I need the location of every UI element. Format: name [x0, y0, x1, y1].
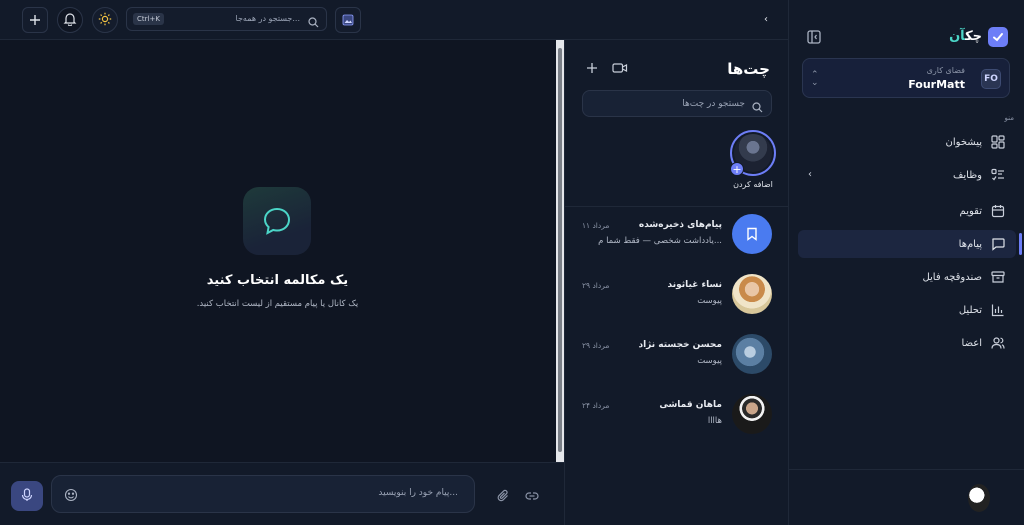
conversation-date: ۲۹ مرداد [582, 281, 610, 290]
message-composer: پیام خود را بنویسید... [0, 462, 564, 525]
avatar [732, 334, 772, 374]
chat-list-panel: چت‌ها جستجو در چت‌ها + اضافه کردن پیام‌ه… [564, 40, 788, 525]
sidebar-item-label: صندوقچه فایل [922, 271, 982, 283]
sidebar-item-file-box[interactable]: صندوقچه فایل [798, 263, 1016, 291]
search-icon [752, 98, 763, 117]
chat-search-input[interactable]: جستجو در چت‌ها [582, 90, 772, 117]
chat-list-actions [583, 60, 629, 76]
conversation-area: یک مکالمه انتخاب کنید .یک کانال یا پیام … [0, 40, 564, 462]
message-placeholder: پیام خود را بنویسید... [378, 488, 458, 498]
theme-toggle-button[interactable] [92, 7, 118, 33]
conversation-item[interactable]: پیام‌های ذخیره‌شده یادداشت شخصی — فقط شم… [580, 214, 772, 258]
bell-icon [63, 11, 77, 30]
shortcut-badge: Ctrl+K [133, 13, 164, 25]
sidebar-item-label: اعضا [961, 337, 982, 349]
sidebar-item-calendar[interactable]: تقویم [798, 197, 1016, 225]
logo-check-icon [988, 27, 1008, 47]
sidebar-item-label: وظایف [953, 169, 982, 181]
sidebar-item-label: تقویم [959, 205, 982, 217]
sidebar-item-dashboard[interactable]: پیشخوان [798, 128, 1016, 156]
sidebar-item-analytics[interactable]: تحلیل [798, 296, 1016, 324]
empty-state-subtitle: .یک کانال یا پیام مستقیم از لیست انتخاب … [196, 299, 359, 309]
conversation-preview: یادداشت شخصی — فقط شما م... [598, 236, 722, 246]
sun-icon [98, 11, 112, 30]
scrollbar-thumb[interactable] [558, 48, 562, 452]
global-search-input[interactable]: Ctrl+K جستجو در همه‌جا... [126, 7, 327, 31]
add-button[interactable] [22, 7, 48, 33]
calendar-icon [990, 203, 1006, 219]
conversation-preview: پیوست [697, 356, 722, 366]
bookmark-icon [732, 214, 772, 254]
conversation-date: ۲۴ مرداد [582, 401, 610, 410]
conversation-name: ماهان قماشی [659, 400, 722, 410]
message-input[interactable]: پیام خود را بنویسید... [51, 475, 475, 513]
conversation-date: ۲۹ مرداد [582, 341, 610, 350]
workspace-badge: FO [981, 69, 1001, 89]
sidebar: چکآن FO فضای کاری FourMatt ⌃ ⌄ منو پیشخوا… [788, 0, 1024, 525]
plus-icon [29, 11, 41, 30]
chevron-left-icon: ‹ [808, 169, 812, 180]
search-placeholder: جستجو در همه‌جا... [235, 14, 300, 23]
attachment-icon[interactable] [495, 488, 511, 504]
user-avatar[interactable] [968, 484, 990, 512]
chat-list-title: چت‌ها [727, 60, 770, 78]
new-chat-plus-icon[interactable] [583, 60, 601, 76]
sidebar-item-label: پیشخوان [945, 136, 982, 148]
story-label: اضافه کردن [733, 180, 773, 189]
members-icon [990, 335, 1006, 351]
message-icon [990, 236, 1006, 252]
chevron-updown-icon: ⌃ ⌄ [811, 70, 819, 88]
conversation-date: ۱۱ مرداد [582, 221, 610, 230]
notifications-button[interactable] [57, 7, 83, 33]
workspace-label: فضای کاری [926, 66, 965, 75]
voice-record-button[interactable] [11, 481, 43, 511]
sidebar-item-members[interactable]: اعضا [798, 329, 1016, 357]
divider [564, 206, 788, 207]
conversation-name: نساء غیاثوند [667, 280, 722, 290]
avatar [732, 274, 772, 314]
microphone-icon [21, 487, 33, 506]
direction-indicator: ‹ [764, 14, 768, 25]
conversation-preview: پیوست [697, 296, 722, 306]
scrollbar[interactable] [556, 40, 564, 462]
image-button[interactable] [335, 7, 361, 33]
video-call-icon[interactable] [611, 60, 629, 76]
avatar [732, 394, 772, 434]
add-story-button[interactable]: + اضافه کردن [730, 130, 776, 189]
dashboard-icon [990, 134, 1006, 150]
sidebar-header: چکآن [805, 24, 1008, 50]
search-icon [308, 13, 319, 32]
archive-icon [990, 269, 1006, 285]
app-root: چکآن FO فضای کاری FourMatt ⌃ ⌄ منو پیشخوا… [0, 0, 1024, 525]
conversation-item[interactable]: نساء غیاثوند پیوست ۲۹ مرداد [580, 274, 772, 318]
menu-title: منو [1004, 114, 1014, 122]
story-ring: + [730, 130, 776, 176]
sidebar-footer [788, 469, 1024, 525]
image-icon [342, 11, 354, 30]
chat-search-placeholder: جستجو در چت‌ها [682, 99, 745, 109]
link-icon[interactable] [524, 488, 540, 504]
sidebar-item-messages[interactable]: پیام‌ها [798, 230, 1022, 258]
conversation-item[interactable]: محسن خجسته نژاد پیوست ۲۹ مرداد [580, 334, 772, 378]
top-bar: Ctrl+K جستجو در همه‌جا... ‹ [0, 0, 788, 40]
sidebar-collapse-icon[interactable] [805, 28, 823, 46]
empty-state-title: یک مکالمه انتخاب کنید [206, 273, 349, 288]
sidebar-item-label: تحلیل [958, 304, 982, 316]
tasks-icon [990, 167, 1006, 183]
conversation-name: محسن خجسته نژاد [638, 340, 722, 350]
conversation-preview: هاااا [707, 416, 722, 426]
conversation-name: پیام‌های ذخیره‌شده [638, 220, 722, 230]
workspace-name: FourMatt [908, 78, 965, 91]
sidebar-nav: پیشخوان ‹ وظایف تقویم پیام‌ها [798, 128, 1022, 362]
chat-bubble-icon [243, 187, 311, 255]
emoji-icon[interactable] [64, 487, 78, 506]
plus-icon: + [730, 162, 744, 176]
chart-icon [990, 302, 1006, 318]
app-logo-text: چکآن [949, 29, 982, 44]
sidebar-item-tasks[interactable]: ‹ وظایف [798, 161, 1016, 189]
conversation-item[interactable]: ماهان قماشی هاااا ۲۴ مرداد [580, 394, 772, 438]
sidebar-item-label: پیام‌ها [958, 238, 982, 250]
workspace-switcher[interactable]: FO فضای کاری FourMatt ⌃ ⌄ [802, 58, 1010, 98]
